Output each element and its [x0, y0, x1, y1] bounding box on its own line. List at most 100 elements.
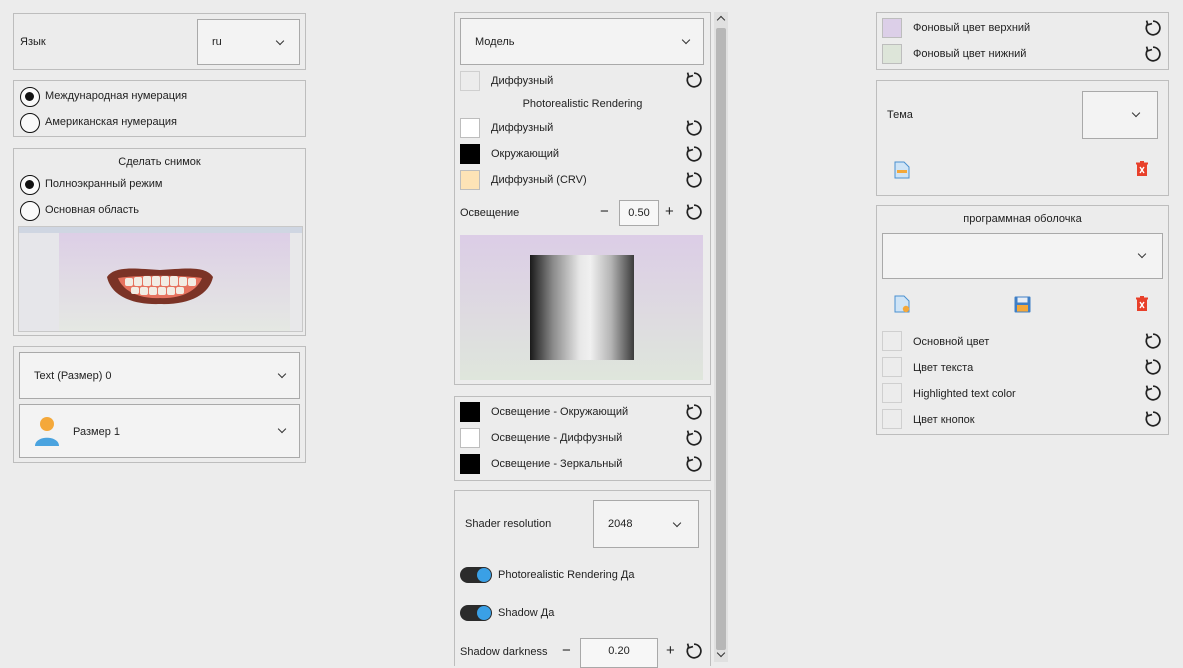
reset-icon[interactable]	[685, 203, 703, 221]
delete-theme-icon[interactable]	[1135, 161, 1149, 177]
chevron-down-icon	[672, 518, 682, 528]
chevron-down-icon	[277, 369, 287, 379]
light-diffuse-swatch[interactable]	[460, 428, 480, 448]
radio-label: Полноэкранный режим	[45, 178, 163, 190]
light-specular-swatch[interactable]	[460, 454, 480, 474]
radio-label: Основная область	[45, 204, 140, 216]
new-shell-icon[interactable]	[894, 295, 910, 313]
chevron-down-icon	[275, 36, 285, 46]
bg-bottom-label: Фоновый цвет нижний	[913, 48, 1027, 60]
user-icon	[35, 417, 59, 446]
shadow-plus-button[interactable]: +	[666, 643, 675, 659]
main-color-swatch[interactable]	[882, 331, 902, 351]
shadow-toggle[interactable]	[460, 605, 492, 621]
highlighted-text-color-swatch[interactable]	[882, 383, 902, 403]
background-colors-group: Фоновый цвет верхний Фоновый цвет нижний	[876, 12, 1169, 70]
shadow-toggle-label: Shadow Да	[498, 607, 555, 619]
button-color-swatch[interactable]	[882, 409, 902, 429]
radio-label: Международная нумерация	[45, 90, 188, 102]
shadow-minus-button[interactable]: −	[562, 643, 571, 659]
button-color-label: Цвет кнопок	[913, 414, 975, 426]
teeth-model-icon	[107, 268, 213, 305]
chevron-down-icon	[681, 35, 691, 45]
shell-group: программная оболочка Основной цвет Цвет …	[876, 205, 1169, 435]
text-size-select-value: Text (Размер) 0	[34, 369, 112, 382]
lighting-plus-button[interactable]: +	[665, 204, 674, 220]
save-icon[interactable]	[1014, 296, 1031, 313]
light-ambient-swatch[interactable]	[460, 402, 480, 422]
reset-icon[interactable]	[685, 642, 703, 660]
chevron-down-icon[interactable]	[716, 648, 726, 658]
scrollbar-thumb[interactable]	[716, 28, 726, 650]
lighting-label: Освещение	[460, 207, 520, 219]
shader-resolution-label: Shader resolution	[465, 518, 552, 530]
pr-diffuse-crv-swatch[interactable]	[460, 170, 480, 190]
middle-scrollbar[interactable]	[714, 12, 728, 662]
diffuse-color-swatch[interactable]	[460, 71, 480, 91]
radio-american-numbering[interactable]	[20, 113, 40, 133]
delete-shell-icon[interactable]	[1135, 296, 1149, 312]
reset-icon[interactable]	[685, 119, 703, 137]
pr-toggle[interactable]	[460, 567, 492, 583]
reset-icon[interactable]	[1144, 384, 1162, 402]
preview-cylinder	[530, 255, 634, 360]
model-select[interactable]: Модель	[460, 18, 704, 65]
text-color-swatch[interactable]	[882, 357, 902, 377]
main-color-label: Основной цвет	[913, 336, 990, 348]
language-select[interactable]: ru	[197, 19, 300, 65]
bg-bottom-swatch[interactable]	[882, 44, 902, 64]
shadow-darkness-input[interactable]: 0.20	[580, 638, 658, 668]
text-color-label: Цвет текста	[913, 362, 974, 374]
highlighted-text-color-label: Highlighted text color	[913, 388, 1016, 400]
shader-resolution-select[interactable]: 2048	[593, 500, 699, 548]
pr-title: Photorealistic Rendering	[522, 98, 643, 110]
language-label: Язык	[20, 36, 46, 48]
snapshot-group: Сделать снимок Полноэкранный режим Основ…	[13, 148, 306, 336]
snapshot-preview	[18, 226, 303, 332]
model-material-group: Модель Диффузный Photorealistic Renderin…	[454, 12, 711, 385]
snapshot-title: Сделать снимок	[118, 156, 201, 168]
load-theme-icon[interactable]	[894, 161, 910, 179]
pr-diffuse-swatch[interactable]	[460, 118, 480, 138]
radio-fullscreen[interactable]	[20, 175, 40, 195]
reset-icon[interactable]	[1144, 19, 1162, 37]
radio-main-area[interactable]	[20, 201, 40, 221]
theme-select[interactable]	[1082, 91, 1158, 139]
chevron-down-icon	[277, 424, 287, 434]
reset-icon[interactable]	[1144, 410, 1162, 428]
reset-icon[interactable]	[685, 171, 703, 189]
model-select-value: Модель	[475, 35, 515, 48]
chevron-up-icon[interactable]	[716, 15, 726, 25]
lighting-input[interactable]: 0.50	[619, 200, 659, 226]
lighting-minus-button[interactable]: −	[600, 204, 609, 220]
light-diffuse-label: Освещение - Диффузный	[491, 432, 623, 444]
radio-label: Американская нумерация	[45, 116, 177, 128]
shadow-darkness-label: Shadow darkness	[460, 646, 548, 658]
reset-icon[interactable]	[685, 71, 703, 89]
bg-top-label: Фоновый цвет верхний	[913, 22, 1031, 34]
reset-icon[interactable]	[1144, 45, 1162, 63]
text-size-select[interactable]: Text (Размер) 0	[19, 352, 300, 399]
language-select-value: ru	[212, 36, 222, 48]
pr-ambient-swatch[interactable]	[460, 144, 480, 164]
preview-right-panel	[290, 233, 302, 331]
size-select[interactable]: Размер 1	[19, 404, 300, 458]
shader-resolution-value: 2048	[608, 518, 633, 530]
reset-icon[interactable]	[685, 403, 703, 421]
size-select-value: Размер 1	[73, 426, 120, 438]
diffuse-label: Диффузный	[491, 75, 554, 87]
reset-icon[interactable]	[685, 455, 703, 473]
reset-icon[interactable]	[685, 145, 703, 163]
pr-diffuse-crv-label: Диффузный (CRV)	[491, 174, 587, 186]
bg-top-swatch[interactable]	[882, 18, 902, 38]
preview-left-panel	[19, 233, 59, 331]
shell-select[interactable]	[882, 233, 1163, 279]
reset-icon[interactable]	[1144, 332, 1162, 350]
radio-international-numbering[interactable]	[20, 87, 40, 107]
numbering-group: Международная нумерация Американская нум…	[13, 80, 306, 137]
lighting-colors-group: Освещение - Окружающий Освещение - Диффу…	[454, 396, 711, 481]
reset-icon[interactable]	[1144, 358, 1162, 376]
light-specular-label: Освещение - Зеркальный	[491, 458, 623, 470]
reset-icon[interactable]	[685, 429, 703, 447]
chevron-down-icon	[1131, 108, 1141, 118]
